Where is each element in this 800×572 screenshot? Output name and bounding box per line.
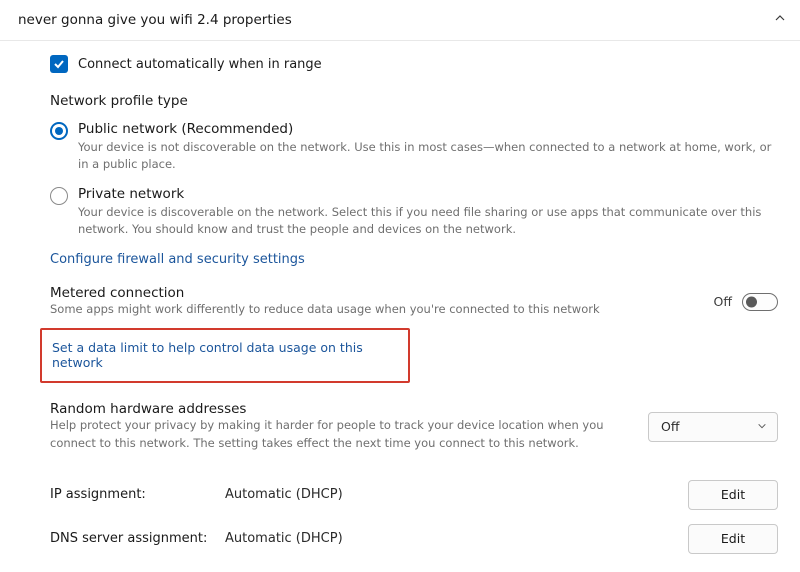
radio-unselected-icon: [50, 187, 68, 205]
network-profile-section: Network profile type Public network (Rec…: [50, 93, 778, 267]
random-hw-select-value: Off: [661, 419, 679, 434]
radio-public-block: Public network (Recommended) Your device…: [78, 121, 778, 174]
random-hw-select[interactable]: Off: [648, 412, 778, 442]
dns-assignment-edit-button[interactable]: Edit: [688, 524, 778, 554]
panel-body: Connect automatically when in range Netw…: [0, 41, 800, 572]
random-hardware-section: Random hardware addresses Help protect y…: [50, 401, 778, 452]
radio-public-network[interactable]: Public network (Recommended) Your device…: [50, 121, 778, 174]
metered-toggle-wrap: Off: [714, 293, 778, 311]
connect-automatically-row[interactable]: Connect automatically when in range: [50, 55, 778, 73]
ip-assignment-row: IP assignment: Automatic (DHCP) Edit: [50, 470, 778, 514]
random-hw-heading: Random hardware addresses: [50, 401, 610, 417]
metered-desc: Some apps might work differently to redu…: [50, 301, 600, 318]
chevron-down-icon: [757, 419, 767, 434]
panel-header[interactable]: never gonna give you wifi 2.4 properties: [0, 0, 800, 41]
radio-private-desc: Your device is discoverable on the netwo…: [78, 204, 778, 239]
radio-private-network[interactable]: Private network Your device is discovera…: [50, 186, 778, 239]
radio-selected-icon: [50, 122, 68, 140]
ip-assignment-label: IP assignment:: [50, 487, 225, 502]
network-profile-heading: Network profile type: [50, 93, 778, 109]
dns-assignment-row: DNS server assignment: Automatic (DHCP) …: [50, 514, 778, 558]
toggle-switch[interactable]: [742, 293, 778, 311]
metered-connection-section: Metered connection Some apps might work …: [50, 285, 778, 383]
dns-assignment-label: DNS server assignment:: [50, 531, 225, 546]
dns-assignment-value: Automatic (DHCP): [225, 531, 688, 546]
connect-automatically-label: Connect automatically when in range: [78, 57, 322, 72]
metered-toggle-label: Off: [714, 294, 732, 309]
panel-title: never gonna give you wifi 2.4 properties: [18, 12, 292, 28]
chevron-up-icon: [774, 12, 786, 28]
configure-firewall-link[interactable]: Configure firewall and security settings: [50, 252, 305, 267]
radio-private-block: Private network Your device is discovera…: [78, 186, 778, 239]
metered-heading: Metered connection: [50, 285, 600, 301]
ip-assignment-value: Automatic (DHCP): [225, 487, 688, 502]
set-data-limit-link[interactable]: Set a data limit to help control data us…: [52, 340, 398, 370]
data-limit-highlight: Set a data limit to help control data us…: [40, 328, 410, 383]
ip-assignment-edit-button[interactable]: Edit: [688, 480, 778, 510]
random-hw-desc: Help protect your privacy by making it h…: [50, 417, 610, 452]
radio-public-desc: Your device is not discoverable on the n…: [78, 139, 778, 174]
radio-public-label: Public network (Recommended): [78, 121, 778, 137]
radio-private-label: Private network: [78, 186, 778, 202]
checkbox-checked-icon: [50, 55, 68, 73]
